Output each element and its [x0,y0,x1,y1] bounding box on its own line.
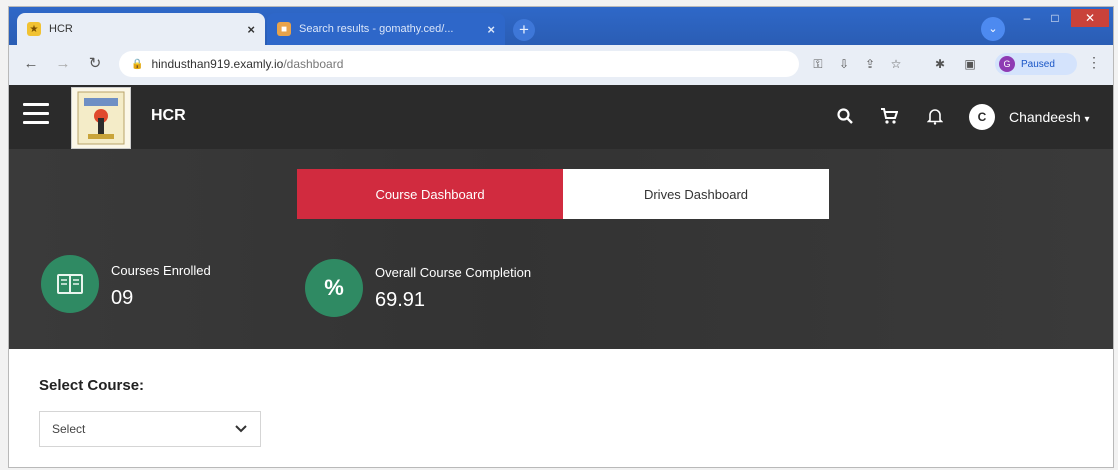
browser-tab-hcr[interactable]: ★ HCR × [17,13,265,45]
tab-title: HCR [49,23,73,35]
key-icon[interactable]: ⚿ [809,55,827,73]
close-icon[interactable]: × [487,22,495,37]
college-logo [71,87,131,149]
favicon-icon: ★ [27,22,41,36]
forward-icon[interactable]: → [53,53,73,75]
tab-drives-dashboard[interactable]: Drives Dashboard [563,169,829,219]
url-input[interactable]: 🔒 hindusthan919.examly.io/dashboard [119,51,799,77]
address-toolbar: ← → ↻ 🔒 hindusthan919.examly.io/dashboar… [9,45,1113,86]
dashboard-hero: Course Dashboard Drives Dashboard Course… [9,149,1113,349]
caret-down-icon: ▾ [1084,114,1090,125]
select-course-label: Select Course: [39,377,145,394]
courses-enrolled-label: Courses Enrolled [111,263,211,278]
courses-enrolled-value: 09 [111,287,134,309]
profile-status: Paused [1021,58,1055,70]
new-tab-icon[interactable]: + [513,19,535,41]
lock-icon: 🔒 [131,58,144,70]
maximize-icon[interactable]: □ [1041,9,1069,27]
profile-avatar: G [999,56,1015,72]
profile-button[interactable]: G Paused [995,53,1077,75]
book-icon [41,255,99,313]
brand-name: HCR [151,107,186,124]
logo-emblem-icon [77,91,125,145]
dashboard-switcher: Course Dashboard Drives Dashboard [297,169,829,219]
username: Chandeesh [1009,109,1081,125]
user-menu[interactable]: Chandeesh ▾ [1009,109,1090,125]
side-panel-icon[interactable]: ▣ [961,55,979,73]
back-icon[interactable]: ← [21,53,41,75]
install-icon[interactable]: ⇩ [835,55,853,73]
chevron-down-icon[interactable]: ⌄ [981,17,1005,41]
bell-icon[interactable] [925,107,945,127]
course-completion-value: 69.91 [375,289,426,311]
close-icon[interactable]: × [247,22,255,37]
main-content: Select Course: Select [9,349,1113,467]
browser-window: ★ HCR × ■ Search results - gomathy.ced/.… [8,6,1114,468]
extensions-icon[interactable]: ✱ [931,55,949,73]
tab-title: Search results - gomathy.ced/... [299,23,454,35]
hamburger-menu-icon[interactable] [23,103,49,130]
minimize-icon[interactable]: – [1013,9,1041,27]
reload-icon[interactable]: ↻ [85,53,105,75]
kebab-menu-icon[interactable]: ⋮ [1087,54,1101,71]
url-host: hindusthan919.examly.io [151,57,284,71]
course-select-value: Select [52,422,86,436]
search-icon[interactable] [835,107,855,127]
url-path: /dashboard [283,57,344,71]
percent-icon: % [305,259,363,317]
cart-icon[interactable] [879,107,899,127]
star-icon[interactable]: ☆ [887,55,905,73]
browser-tab-search[interactable]: ■ Search results - gomathy.ced/... × [267,13,505,45]
share-icon[interactable]: ⇪ [861,55,879,73]
app-header: HCR C Chandeesh ▾ [9,85,1113,149]
tab-course-dashboard[interactable]: Course Dashboard [297,169,563,219]
course-completion-label: Overall Course Completion [375,265,532,280]
favicon-icon: ■ [277,22,291,36]
avatar[interactable]: C [969,104,995,130]
course-select[interactable]: Select [39,411,261,447]
tab-strip: ★ HCR × ■ Search results - gomathy.ced/.… [9,7,1113,45]
chevron-down-icon [234,421,248,438]
close-window-icon[interactable]: ✕ [1071,9,1109,27]
